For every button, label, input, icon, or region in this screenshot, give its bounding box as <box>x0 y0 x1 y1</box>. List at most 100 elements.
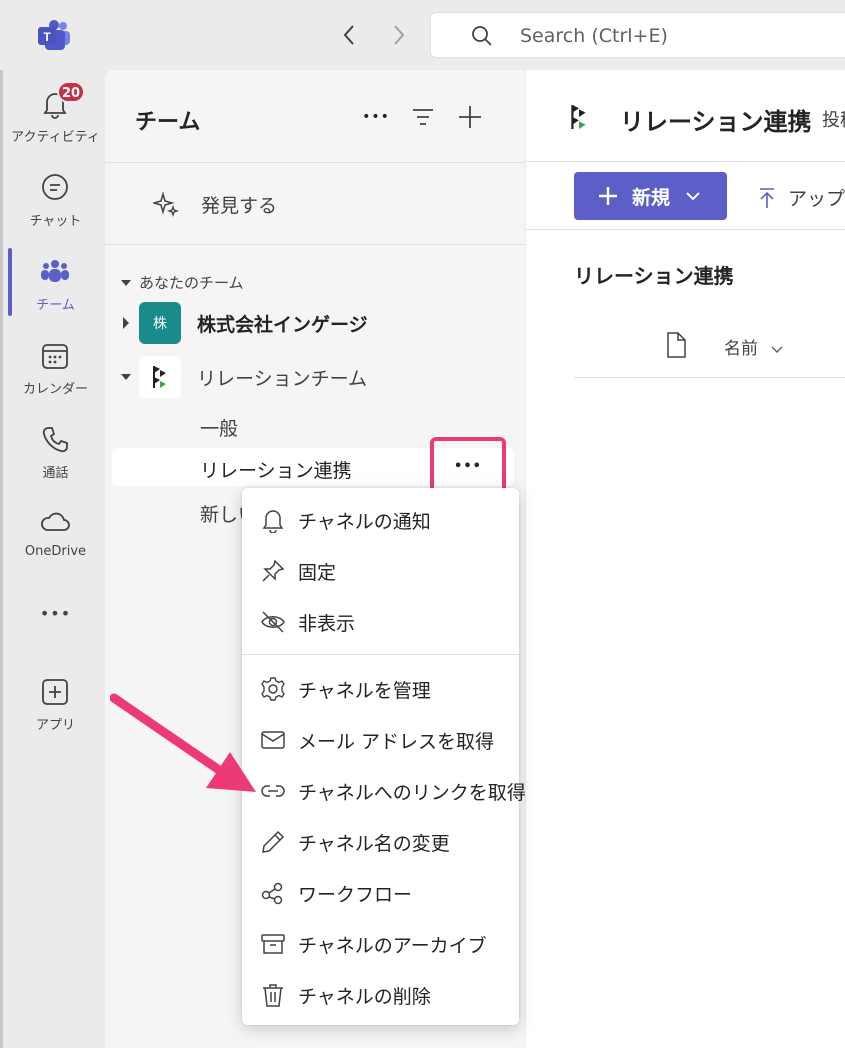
channel-title: リレーション連携 <box>620 108 812 136</box>
panel-title: チーム <box>135 110 201 135</box>
rail-label: チーム <box>36 298 75 313</box>
avatar-text: 株 <box>153 316 167 332</box>
team-row[interactable]: リレーションチーム <box>105 354 525 400</box>
menu-item-label: チャネル名の変更 <box>298 832 450 855</box>
channel-relation[interactable]: リレーション連携 <box>200 456 352 483</box>
chevron-down-icon <box>686 192 700 201</box>
caret-down-icon <box>121 374 131 380</box>
plus-icon <box>599 187 617 205</box>
phone-icon <box>42 427 68 453</box>
team-avatar <box>139 356 181 398</box>
new-button-label: 新規 <box>632 186 671 209</box>
menu-item-manage[interactable]: チャネルを管理 <box>242 666 519 712</box>
pin-icon <box>262 559 285 582</box>
rail-item-teams[interactable]: チーム <box>3 248 108 318</box>
channel-more-button[interactable]: ••• <box>430 437 506 495</box>
bell-icon <box>262 510 284 533</box>
back-button[interactable] <box>336 22 362 48</box>
new-button[interactable]: 新規 <box>574 172 727 220</box>
menu-item-email[interactable]: メール アドレスを取得 <box>242 717 519 763</box>
rail-item-calendar[interactable]: カレンダー <box>3 332 108 402</box>
svg-text:T: T <box>43 30 51 44</box>
pencil-icon <box>262 830 285 853</box>
cloud-icon <box>41 512 70 531</box>
rail-item-onedrive[interactable]: OneDrive <box>3 498 108 568</box>
discover-button[interactable]: 発見する <box>153 188 277 220</box>
team-name: 株式会社インゲージ <box>197 313 368 336</box>
rail-item-chat[interactable]: チャット <box>3 164 108 234</box>
rail-label: カレンダー <box>22 382 88 397</box>
teams-logo-icon[interactable]: T <box>36 18 72 52</box>
your-teams-section[interactable]: あなたのチーム <box>121 272 244 293</box>
search-icon <box>472 26 492 46</box>
team-avatar: 株 <box>139 302 181 344</box>
tab-posts[interactable]: 投稿 <box>822 106 845 132</box>
library-title: リレーション連携 <box>574 264 734 288</box>
upload-icon <box>760 187 774 208</box>
title-bar: T Search (Ctrl+E) <box>0 0 845 70</box>
menu-separator <box>242 654 519 655</box>
menu-item-label: チャネルの通知 <box>298 510 431 533</box>
rail-label: 通話 <box>42 466 69 481</box>
eye-off-icon <box>261 611 285 633</box>
new-team-button[interactable] <box>455 102 485 132</box>
menu-item-notifications[interactable]: チャネルの通知 <box>242 497 519 543</box>
more-icon: ••• <box>454 458 482 474</box>
forward-button[interactable] <box>386 22 412 48</box>
menu-item-archive[interactable]: チャネルのアーカイブ <box>242 921 519 967</box>
app-rail: アクティビティ チャット チーム カレンダー 通話 OneDrive ••• ア… <box>0 70 105 1048</box>
column-name-label: 名前 <box>724 339 758 359</box>
rail-label: アクティビティ <box>11 130 100 145</box>
menu-item-rename[interactable]: チャネル名の変更 <box>242 819 519 865</box>
menu-item-link[interactable]: チャネルへのリンクを取得 <box>242 768 526 814</box>
filter-icon <box>413 109 433 125</box>
upload-button[interactable]: アップ <box>758 184 845 211</box>
channel-header: リレーション連携 投稿 <box>526 70 845 162</box>
team-row[interactable]: 株 株式会社インゲージ <box>105 300 525 346</box>
channel-general[interactable]: 一般 <box>200 414 238 441</box>
menu-item-label: チャネルへのリンクを取得 <box>298 781 526 804</box>
upload-label: アップ <box>788 188 845 210</box>
more-apps-icon: ••• <box>39 604 72 623</box>
workflow-icon <box>261 882 283 905</box>
rail-item-more[interactable]: ••• <box>3 582 108 652</box>
menu-item-label: ワークフロー <box>298 883 413 906</box>
rail-label: チャット <box>29 214 82 229</box>
rail-item-apps[interactable]: アプリ <box>3 668 108 738</box>
menu-item-pin[interactable]: 固定 <box>242 548 519 594</box>
chevron-right-icon <box>394 25 405 45</box>
panel-divider <box>105 244 525 245</box>
filter-button[interactable] <box>408 102 438 132</box>
team-name: リレーションチーム <box>197 367 368 390</box>
rail-label: アプリ <box>35 718 75 733</box>
plus-icon <box>459 106 481 128</box>
rail-item-calls[interactable]: 通話 <box>3 416 108 486</box>
panel-divider <box>105 162 525 163</box>
menu-item-label: 非表示 <box>298 612 356 635</box>
annotation-arrow-icon <box>110 693 256 792</box>
main-content: リレーション連携 投稿 新規 アップ リレーション連携 名前 <box>526 70 845 1048</box>
panel-more-button[interactable]: ••• <box>361 102 391 132</box>
file-icon <box>667 332 686 358</box>
search-input[interactable]: Search (Ctrl+E) <box>430 12 845 58</box>
chevron-down-icon <box>771 346 783 353</box>
team-logo-icon <box>571 104 586 130</box>
sparkle-icon <box>153 191 179 217</box>
section-label: あなたのチーム <box>139 274 244 292</box>
trash-icon <box>263 984 283 1007</box>
rail-item-activity[interactable]: アクティビティ <box>3 80 108 150</box>
menu-item-workflow[interactable]: ワークフロー <box>242 870 519 916</box>
column-name-sort[interactable]: 名前 <box>724 334 783 359</box>
files-toolbar: 新規 アップ <box>526 162 845 230</box>
calendar-icon <box>42 344 68 369</box>
menu-item-delete[interactable]: チャネルの削除 <box>242 972 519 1018</box>
caret-down-icon <box>121 279 131 286</box>
team-logo-icon <box>153 366 166 388</box>
more-icon: ••• <box>362 109 390 125</box>
menu-item-label: チャネルのアーカイブ <box>298 934 487 957</box>
discover-label: 発見する <box>201 194 278 217</box>
chat-icon <box>42 174 68 200</box>
chevron-left-icon <box>343 25 354 45</box>
menu-item-hide[interactable]: 非表示 <box>242 599 519 645</box>
menu-item-label: チャネルを管理 <box>298 679 431 702</box>
